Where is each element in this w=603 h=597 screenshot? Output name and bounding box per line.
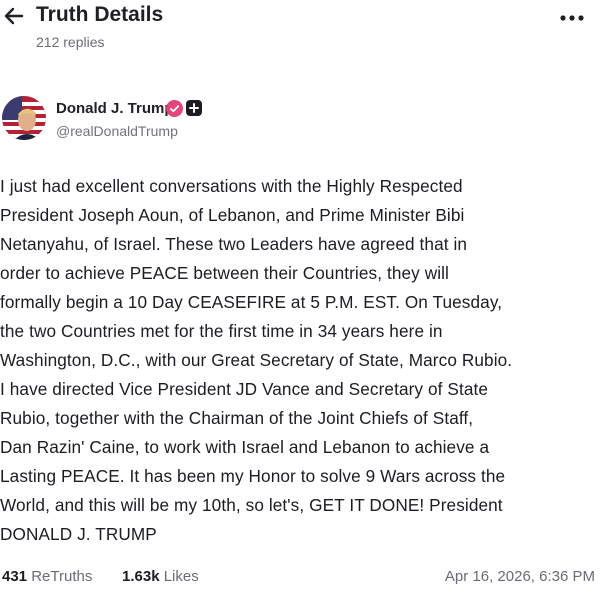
verified-badge-icon	[166, 100, 183, 117]
post-text-line: Rubio, together with the Chairman of the…	[0, 408, 474, 428]
post-text-line: formally begin a 10 Day CEASEFIRE at 5 P…	[0, 292, 503, 312]
post-body: I just had excellent conversations with …	[0, 172, 590, 549]
post-text-line: President Joseph Aoun, of Lebanon, and P…	[0, 205, 465, 225]
post-text-line: order to achieve PEACE between their Cou…	[0, 263, 449, 283]
likes-count: 1.63k	[122, 568, 160, 585]
back-arrow-icon[interactable]	[2, 4, 26, 28]
author-handle: @realDonaldTrump	[56, 123, 178, 139]
reply-count: 212 replies	[36, 34, 105, 50]
likes-stat[interactable]: 1.63k Likes	[122, 568, 199, 585]
truth-details-page: Truth Details 212 replies Donald J. Trum	[0, 0, 603, 597]
post-text-line: Lasting PEACE. It has been my Honor to s…	[0, 466, 506, 486]
likes-label: Likes	[163, 568, 199, 585]
page-title: Truth Details	[36, 3, 164, 26]
retruths-stat[interactable]: 431 ReTruths	[2, 568, 92, 585]
header: Truth Details 212 replies	[0, 0, 603, 60]
more-options-icon[interactable]	[557, 8, 587, 28]
plus-badge-icon	[186, 100, 202, 116]
post-text-line: DONALD J. TRUMP	[0, 524, 157, 544]
post-text-line: the two Countries met for the first time…	[0, 321, 443, 341]
post-text-line: Netanyahu, of Israel. These two Leaders …	[0, 234, 468, 254]
post-footer: 431 ReTruths 1.63k Likes Apr 16, 2026, 6…	[0, 568, 603, 592]
post-timestamp: Apr 16, 2026, 6:36 PM	[444, 568, 595, 585]
avatar-image	[2, 96, 46, 140]
post-text-line: Washington, D.C., with our Great Secreta…	[0, 350, 513, 370]
post-text-line: I just had excellent conversations with …	[0, 176, 463, 196]
retruths-count: 431	[2, 568, 28, 585]
author-block: Donald J. Trump @realDonaldTrump	[0, 96, 603, 146]
avatar[interactable]	[2, 96, 46, 140]
post-text-line: I have directed Vice President JD Vance …	[0, 379, 489, 399]
retruths-label: ReTruths	[31, 568, 93, 585]
post-text-line: World, and this will be my 10th, so let'…	[0, 495, 503, 515]
post-text-line: Dan Razin' Caine, to work with Israel an…	[0, 437, 490, 457]
author-name[interactable]: Donald J. Trump	[56, 100, 174, 117]
